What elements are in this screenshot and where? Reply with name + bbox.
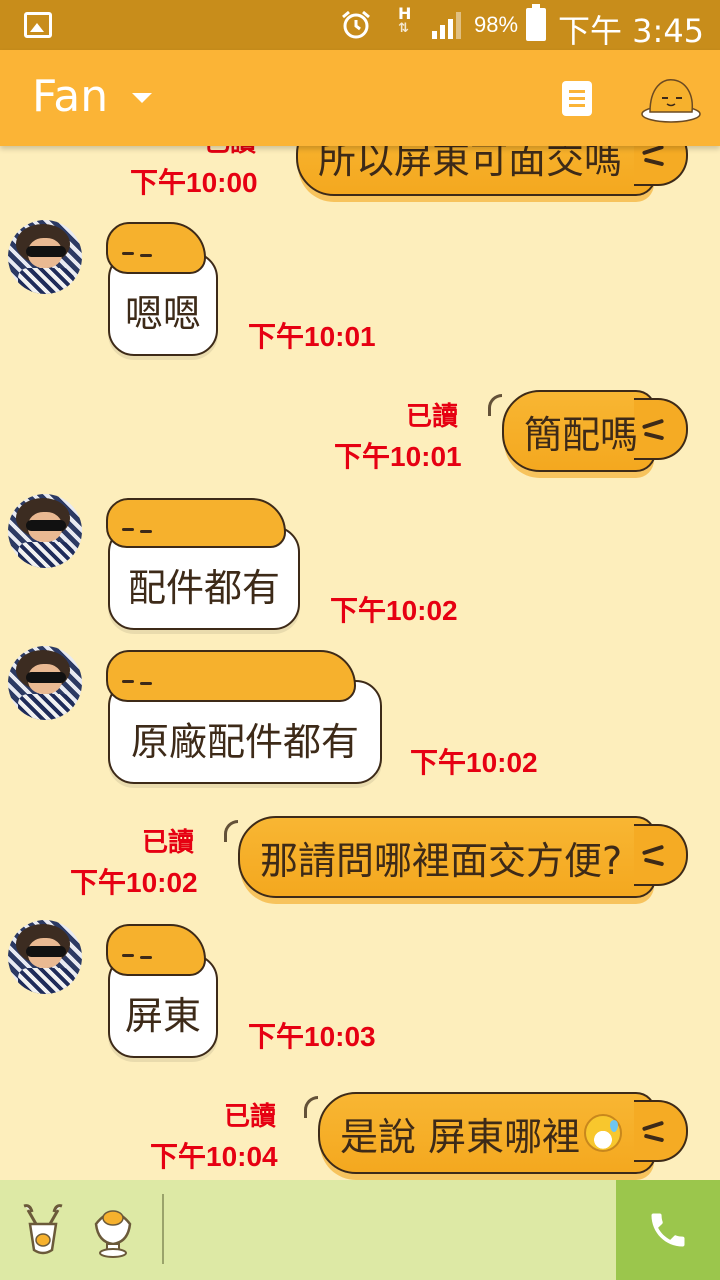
message-text: 是說 屏東哪裡 [340,1092,623,1174]
read-receipt: 已讀 [204,146,256,158]
message-bubble-incoming[interactable]: 原廠配件都有 [106,650,382,784]
message-text: 簡配嗎 [524,412,639,457]
gallery-notification-icon [24,12,52,38]
message-timestamp: 下午10:02 [330,595,458,626]
message-bubble-outgoing[interactable]: 那請問哪裡面交方便? [224,816,696,898]
avatar[interactable] [8,494,82,568]
message-timestamp: 下午10:04 [150,1141,278,1172]
message-text: 原廠配件都有 [130,720,359,764]
sweat-smile-emoji-icon [584,1114,623,1152]
network-type-indicator: H ⇅ [398,4,412,37]
avatar[interactable] [8,220,82,294]
read-receipt: 已讀 [224,1102,277,1132]
chat-header: Fan [0,50,720,146]
message-bubble-incoming[interactable]: 屏東 [106,924,218,1058]
message-timestamp: 下午10:00 [130,167,258,198]
status-bar: H ⇅ 98% 下午 3:45 [0,0,720,50]
message-bubble-outgoing[interactable]: 簡配嗎 [488,390,696,472]
divider [162,1194,164,1264]
message-text: 配件都有 [127,566,280,610]
message-timestamp: 下午10:01 [248,321,376,352]
avatar[interactable] [8,920,82,994]
message-timestamp: 下午10:01 [334,441,462,472]
phone-icon [651,1213,685,1247]
message-bubble-outgoing[interactable]: 所以屏東可面交嗎 [296,146,696,196]
battery-icon [526,4,546,41]
message-bubble-outgoing[interactable]: 是說 屏東哪裡 [304,1092,696,1174]
read-receipt: 已讀 [406,402,459,432]
message-bubble-incoming[interactable]: 配件都有 [106,498,300,630]
message-timestamp: 下午10:02 [70,867,198,898]
battery-percent: 98% [474,12,519,37]
signal-strength-icon [432,12,461,39]
read-receipt: 已讀 [142,828,195,858]
alarm-icon [342,10,370,39]
status-clock: 下午 3:45 [558,12,705,50]
call-button[interactable] [616,1180,720,1280]
message-timestamp: 下午10:03 [248,1021,376,1052]
chevron-down-icon[interactable] [132,93,152,103]
message-list[interactable]: 已讀 下午10:00 所以屏東可面交嗎 嗯嗯 下午10:01 已讀 下午10:0… [0,146,720,1180]
message-timestamp: 下午10:02 [410,747,538,778]
note-icon[interactable] [562,81,592,116]
message-text: 那請問哪裡面交方便? [260,838,623,883]
message-text: 嗯嗯 [124,292,201,336]
chat-title[interactable]: Fan [32,72,108,122]
bottom-input-bar [0,1180,720,1280]
message-text: 所以屏東可面交嗎 [318,146,623,182]
gudetama-icon[interactable] [640,74,702,124]
sticker-egg-cup-icon[interactable] [88,1202,138,1258]
message-bubble-incoming[interactable]: 嗯嗯 [106,222,218,356]
message-text: 屏東 [124,994,201,1038]
sticker-shop-icon[interactable] [18,1202,68,1258]
avatar[interactable] [8,646,82,720]
